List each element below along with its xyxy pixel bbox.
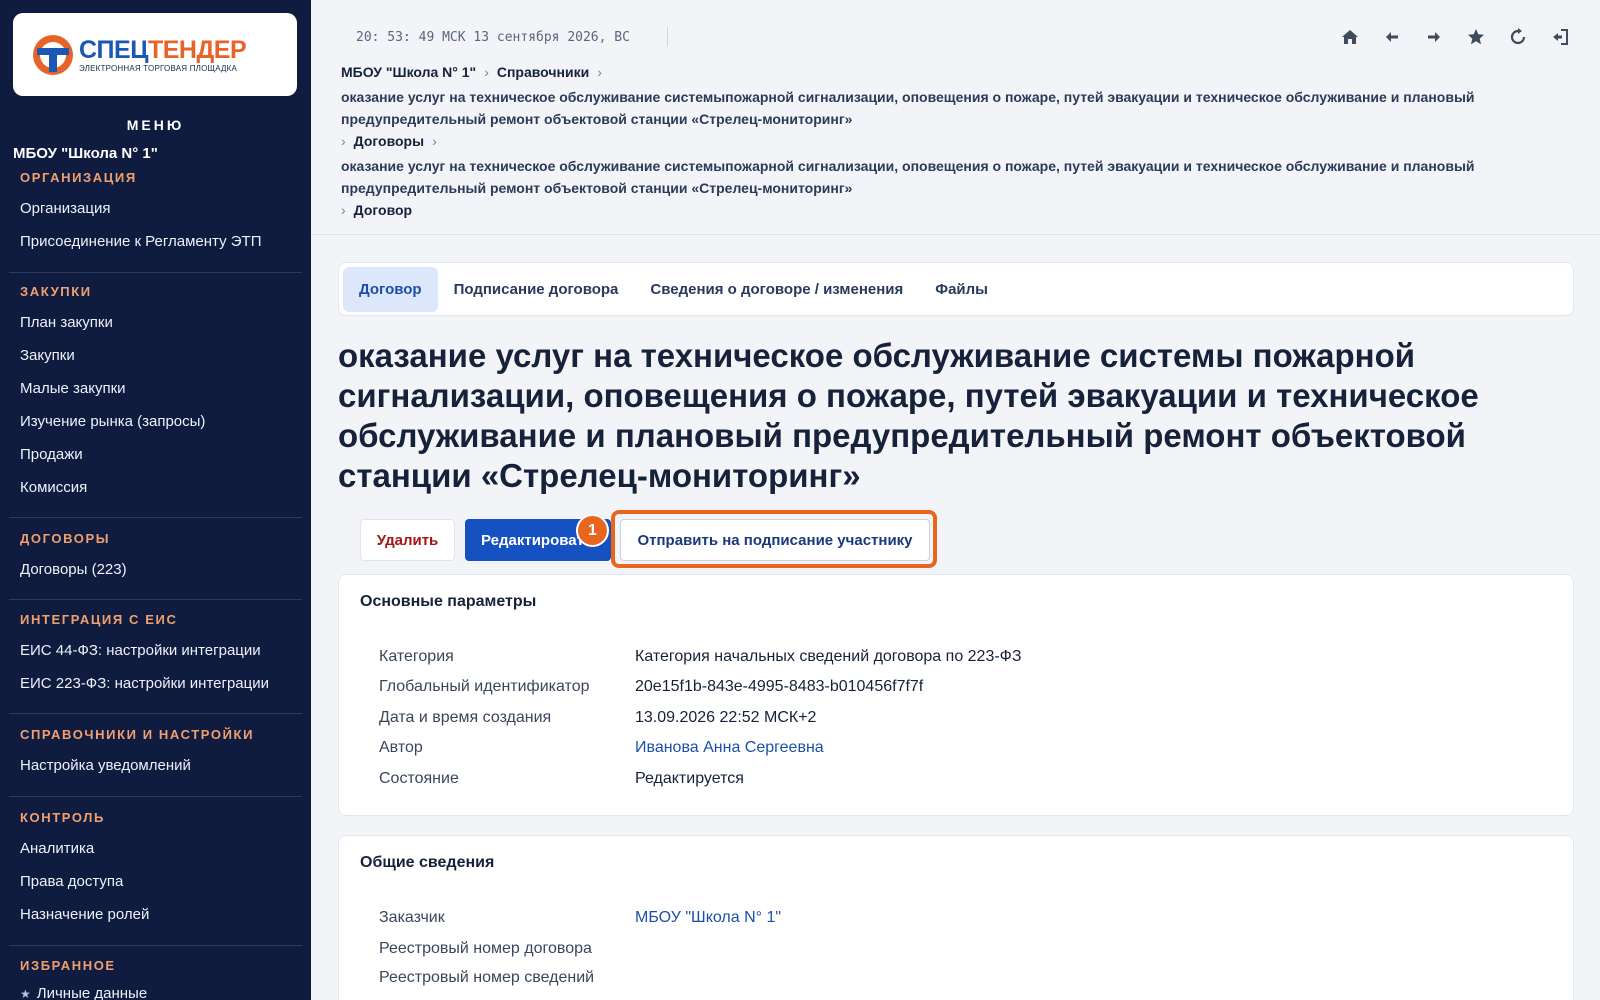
clock-separator	[667, 27, 668, 47]
breadcrumb: МБОУ "Школа N° 1" › Справочники ›	[341, 64, 610, 80]
chevron-right-icon: ›	[341, 202, 346, 218]
divider	[9, 796, 302, 797]
section-contracts: ДОГОВОРЫ	[20, 531, 111, 546]
breadcrumb-refs[interactable]: Справочники	[497, 64, 589, 80]
top-toolbar	[1340, 26, 1570, 48]
customer-link[interactable]: МБОУ "Школа N° 1"	[635, 909, 781, 927]
divider	[9, 599, 302, 600]
tab-contract-info[interactable]: Сведения о договоре / изменения	[634, 267, 919, 312]
page-title: оказание услуг на техническое обслуживан…	[338, 337, 1479, 494]
logo-mark-icon	[31, 33, 75, 77]
sidebar-item-sales[interactable]: Продажи	[20, 446, 83, 463]
menu-title: МЕНЮ	[126, 117, 185, 133]
sidebar-item-personal-data[interactable]: ★ Личные данные	[20, 985, 147, 1000]
sidebar: СПЕЦТЕНДЕР ЭЛЕКТРОННАЯ ТОРГОВАЯ ПЛОЩАДКА…	[0, 0, 311, 1000]
field-label: Реестровый номер договора	[379, 940, 592, 957]
sidebar-item-contracts-223[interactable]: Договоры (223)	[20, 561, 127, 578]
delete-button[interactable]: Удалить	[360, 519, 455, 561]
highlight-frame	[611, 510, 937, 568]
field-value: 20e15f1b-843e-4995-8483-b010456f7f7f	[635, 678, 924, 695]
section-favorites: ИЗБРАННОЕ	[20, 958, 116, 973]
section-organization: ОРГАНИЗАЦИЯ	[20, 170, 137, 185]
forward-arrow-icon[interactable]	[1424, 26, 1444, 48]
breadcrumb-contracts[interactable]: Договоры	[354, 133, 424, 149]
sidebar-item-label: Личные данные	[36, 985, 148, 1000]
sidebar-item-eis-223[interactable]: ЕИС 223-ФЗ: настройки интеграции	[20, 675, 269, 692]
card-title: Общие сведения	[360, 854, 495, 871]
field-label: Глобальный идентификатор	[379, 678, 590, 695]
tab-contract[interactable]: Договор	[343, 266, 438, 312]
section-purchases: ЗАКУПКИ	[20, 284, 92, 299]
sidebar-item-organization[interactable]: Организация	[20, 200, 110, 217]
chevron-right-icon: ›	[341, 133, 346, 149]
breadcrumb-org[interactable]: МБОУ "Школа N° 1"	[341, 64, 476, 80]
logo[interactable]: СПЕЦТЕНДЕР ЭЛЕКТРОННАЯ ТОРГОВАЯ ПЛОЩАДКА	[13, 13, 297, 96]
author-link[interactable]: Иванова Анна Сергеевна	[635, 739, 824, 757]
logo-name-b: ТЕНДЕР	[147, 35, 247, 64]
divider	[9, 945, 302, 946]
logout-icon[interactable]	[1550, 26, 1570, 48]
star-icon[interactable]	[1466, 26, 1486, 48]
sidebar-item-market-research[interactable]: Изучение рынка (запросы)	[20, 413, 205, 430]
section-refs-settings: СПРАВОЧНИКИ И НАСТРОЙКИ	[20, 727, 255, 742]
sidebar-item-eis-44[interactable]: ЕИС 44-ФЗ: настройки интеграции	[20, 642, 261, 659]
status-value: Редактируется	[635, 770, 744, 787]
home-icon[interactable]	[1340, 26, 1360, 48]
org-name[interactable]: МБОУ "Школа N° 1"	[13, 145, 158, 162]
divider	[9, 272, 302, 273]
chevron-right-icon: ›	[484, 64, 489, 80]
breadcrumb-current: Договор	[353, 202, 413, 218]
logo-name-a: СПЕЦ	[79, 35, 148, 64]
sidebar-item-purchases[interactable]: Закупки	[20, 347, 75, 364]
field-label: Заказчик	[379, 909, 445, 926]
breadcrumb-contract-object-1[interactable]: оказание услуг на техническое обслуживан…	[341, 86, 1561, 130]
general-info-card: Общие сведения Заказчик МБОУ "Школа N° 1…	[338, 835, 1574, 1000]
section-eis-integration: ИНТЕГРАЦИЯ С ЕИС	[20, 612, 178, 627]
main-params-card: Основные параметры Категория Категория н…	[338, 574, 1574, 816]
sidebar-item-regulation[interactable]: Присоединение к Регламенту ЭТП	[20, 233, 261, 250]
tab-signing[interactable]: Подписание договора	[438, 267, 635, 312]
sidebar-item-commission[interactable]: Комиссия	[20, 479, 87, 496]
field-label: Состояние	[379, 770, 459, 787]
field-label: Реестровый номер сведений	[379, 969, 595, 986]
clock: 20: 53: 49 МСК 13 сентября 2026, ВС	[356, 30, 630, 45]
breadcrumb-current-row: › Договор	[341, 202, 412, 218]
sidebar-item-notifications[interactable]: Настройка уведомлений	[20, 757, 191, 774]
sidebar-item-analytics[interactable]: Аналитика	[20, 840, 94, 857]
divider	[311, 234, 1600, 235]
sidebar-item-small-purchases[interactable]: Малые закупки	[20, 380, 126, 397]
section-control: КОНТРОЛЬ	[20, 810, 105, 825]
divider	[9, 517, 302, 518]
field-value: 13.09.2026 22:52 МСК+2	[635, 709, 817, 726]
logo-subtitle: ЭЛЕКТРОННАЯ ТОРГОВАЯ ПЛОЩАДКА	[79, 63, 238, 73]
field-label: Дата и время создания	[379, 709, 552, 726]
chevron-right-icon: ›	[597, 64, 602, 80]
star-icon: ★	[20, 987, 31, 1000]
back-arrow-icon[interactable]	[1382, 26, 1402, 48]
breadcrumb-contract-object-2[interactable]: оказание услуг на техническое обслуживан…	[341, 155, 1561, 199]
sidebar-item-roles[interactable]: Назначение ролей	[20, 906, 149, 923]
sidebar-item-access-rights[interactable]: Права доступа	[20, 873, 123, 890]
tab-files[interactable]: Файлы	[919, 267, 1004, 312]
field-label: Категория	[379, 648, 454, 665]
sidebar-item-purchase-plan[interactable]: План закупки	[20, 314, 113, 331]
breadcrumb-contracts-row: › Договоры ›	[341, 133, 445, 149]
field-value: Категория начальных сведений договора по…	[635, 648, 1022, 665]
divider	[9, 713, 302, 714]
refresh-icon[interactable]	[1508, 26, 1528, 48]
tab-bar: Договор Подписание договора Сведения о д…	[338, 262, 1574, 316]
field-label: Автор	[379, 739, 423, 756]
chevron-right-icon: ›	[432, 133, 437, 149]
card-title: Основные параметры	[360, 593, 537, 610]
step-badge: 1	[576, 514, 609, 547]
